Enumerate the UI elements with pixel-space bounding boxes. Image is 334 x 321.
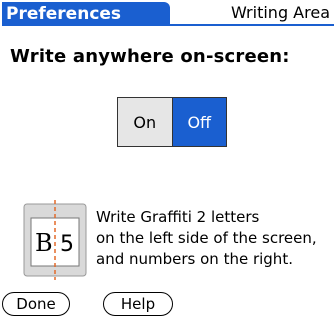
help-button[interactable]: Help [103, 292, 173, 316]
graffiti-icon-graphic: B 5 [23, 200, 87, 280]
section-heading: Write anywhere on-screen: [10, 46, 290, 67]
instruction-line: on the left side of the screen, [96, 229, 317, 247]
icon-number: 5 [60, 232, 74, 257]
icon-letter: B [35, 229, 53, 257]
instruction-line: Write Graffiti 2 letters [96, 208, 260, 226]
app-title: Preferences [2, 2, 170, 26]
write-anywhere-toggle: On Off [117, 97, 227, 147]
graffiti-writing-area-icon: B 5 [23, 200, 87, 280]
toggle-on-button[interactable]: On [118, 98, 173, 146]
graffiti-instructions: Write Graffiti 2 letters on the left sid… [96, 207, 334, 270]
toggle-off-button[interactable]: Off [172, 98, 226, 146]
title-underline [2, 24, 334, 26]
category-selector[interactable]: Writing Area [231, 2, 330, 24]
done-button[interactable]: Done [2, 292, 70, 316]
instruction-line: and numbers on the right. [96, 250, 293, 268]
title-bar: Preferences Writing Area [0, 0, 334, 26]
